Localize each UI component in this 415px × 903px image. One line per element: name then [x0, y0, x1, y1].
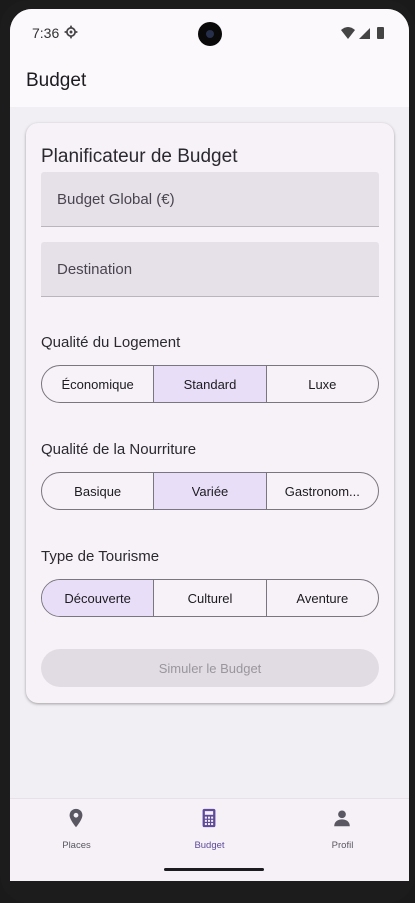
status-bar: 7:36 [10, 9, 409, 57]
card-title: Planificateur de Budget [41, 146, 238, 167]
device-frame: 7:36 Budget Planificateur de Budget Budg… [0, 0, 415, 903]
battery-icon [377, 27, 384, 39]
nav-item-places[interactable]: Places [10, 799, 143, 859]
nourriture-option-variee[interactable]: Variée [153, 473, 266, 509]
tourisme-option-culturel[interactable]: Culturel [153, 580, 265, 616]
logement-option-standard[interactable]: Standard [153, 366, 266, 402]
nourriture-label: Qualité de la Nourriture [41, 441, 197, 458]
screen: 7:36 Budget Planificateur de Budget Budg… [10, 9, 409, 881]
logement-segmented: Économique Standard Luxe [41, 365, 379, 403]
tourisme-option-decouverte[interactable]: Découverte [42, 580, 154, 616]
calculator-icon [202, 808, 216, 828]
camera-cutout [198, 22, 222, 46]
tourisme-label: Type de Tourisme [41, 548, 160, 565]
nav-item-profil[interactable]: Profil [276, 799, 409, 859]
nav-label-budget: Budget [194, 840, 225, 851]
destination-input[interactable] [41, 242, 379, 296]
gesture-area [10, 858, 409, 881]
wifi-icon [341, 27, 355, 39]
tourisme-option-aventure[interactable]: Aventure [265, 580, 378, 616]
signal-icon [359, 28, 370, 39]
destination-field[interactable] [41, 242, 379, 297]
nav-label-places: Places [62, 840, 91, 851]
app-bar: Budget [10, 57, 409, 107]
bottom-navigation: Places Budget Profil [10, 798, 409, 858]
nourriture-option-gastronomique[interactable]: Gastronom... [265, 473, 378, 509]
page-title: Budget [26, 70, 87, 91]
nav-item-budget[interactable]: Budget [143, 799, 276, 859]
logement-option-luxe[interactable]: Luxe [265, 366, 378, 402]
logement-label: Qualité du Logement [41, 334, 181, 351]
location-pin-icon [69, 808, 83, 828]
budget-input[interactable] [41, 172, 379, 226]
nourriture-segmented: Basique Variée Gastronom... [41, 472, 379, 510]
status-time: 7:36 [32, 25, 60, 41]
nourriture-option-basique[interactable]: Basique [42, 473, 153, 509]
tourisme-segmented: Découverte Culturel Aventure [41, 579, 379, 617]
logement-option-economique[interactable]: Économique [42, 366, 153, 402]
person-icon [334, 810, 350, 827]
simulate-budget-button[interactable]: Simuler le Budget [41, 649, 379, 687]
nav-label-profil: Profil [331, 840, 354, 851]
status-icons [341, 27, 384, 39]
budget-field[interactable] [41, 172, 379, 227]
gear-icon [64, 25, 78, 39]
budget-planner-card: Planificateur de Budget Qualité du Logem… [26, 123, 394, 703]
gesture-handle[interactable] [164, 868, 264, 871]
